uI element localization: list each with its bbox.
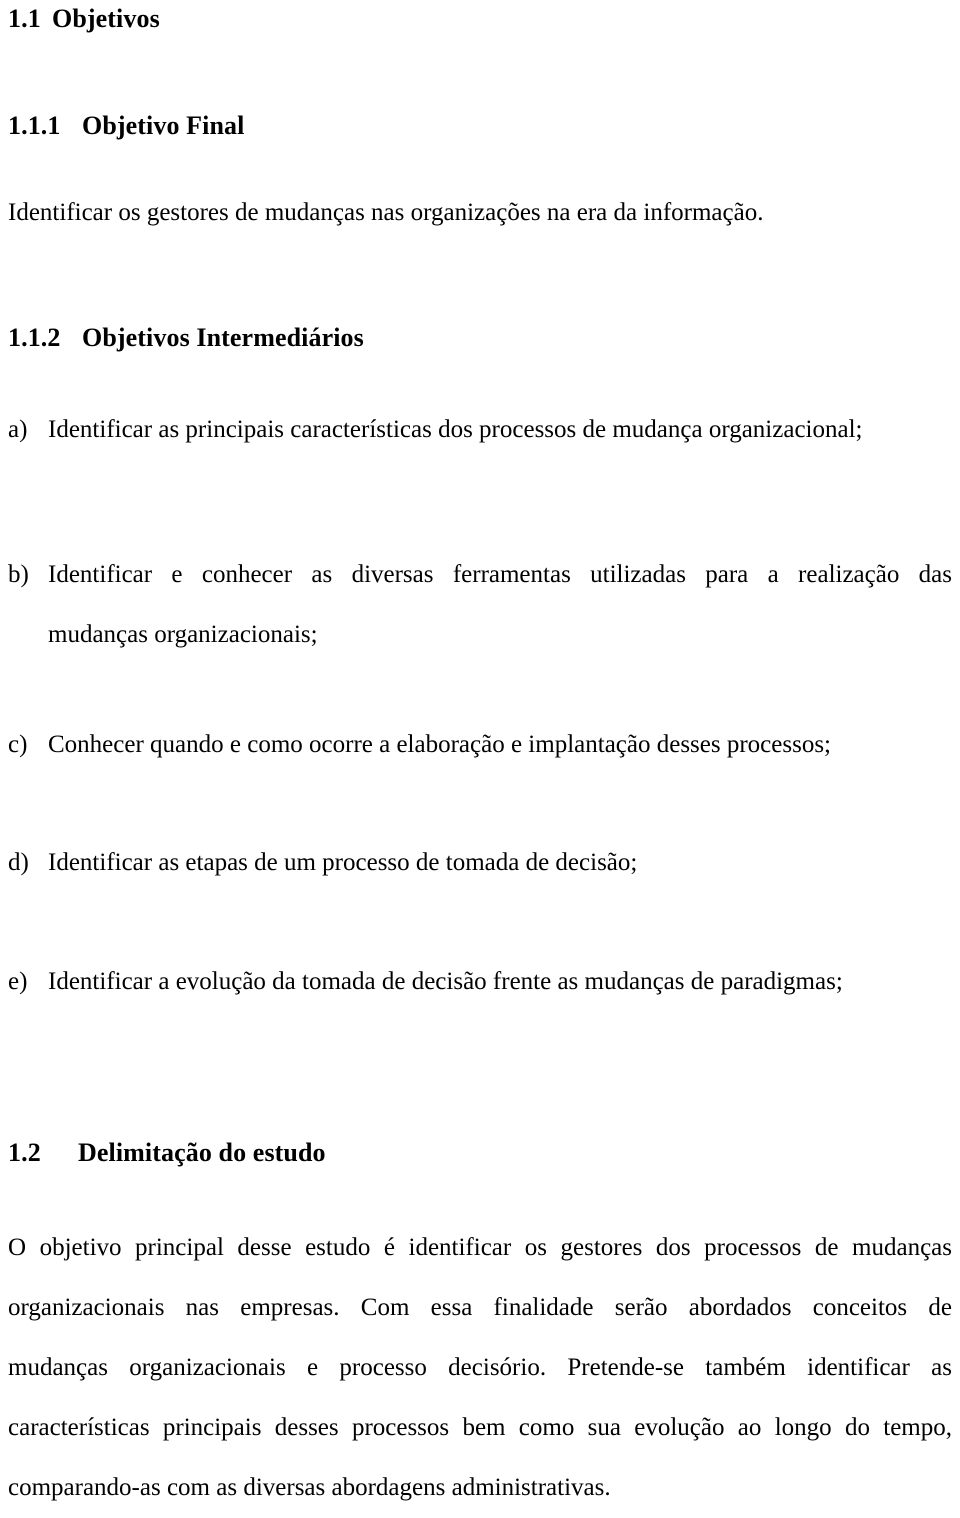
list-item-line: Identificar e conhecer as diversas ferra… — [48, 561, 952, 588]
heading-1-1-1-title: Objetivo Final — [82, 111, 245, 140]
heading-1-1-1: 1.1.1 Objetivo Final — [8, 113, 952, 139]
paragraph-line: mudanças organizacionais e processo deci… — [8, 1354, 952, 1381]
list-item-body: Identificar e conhecer as diversas ferra… — [48, 545, 952, 665]
heading-1-2: 1.2 Delimitação do estudo — [8, 1140, 952, 1166]
delimitacao-paragraph: O objetivo principal desse estudo é iden… — [8, 1218, 952, 1518]
list-item: c) Conhecer quando e como ocorre a elabo… — [8, 715, 952, 775]
heading-1-1-title: Objetivos — [52, 4, 160, 33]
list-item-line: mudanças organizacionais; — [48, 621, 318, 648]
paragraph-line: comparando-as com as diversas abordagens… — [8, 1474, 611, 1501]
list-item: e) Identificar a evolução da tomada de d… — [8, 952, 952, 1012]
heading-1-1: 1.1 Objetivos — [8, 6, 952, 32]
heading-1-1-2-title: Objetivos Intermediários — [82, 323, 364, 352]
paragraph-line: organizacionais nas empresas. Com essa f… — [8, 1294, 952, 1321]
list-item: a) Identificar as principais característ… — [8, 400, 952, 460]
heading-1-2-title: Delimitação do estudo — [78, 1138, 326, 1167]
heading-1-1-2-number: 1.1.2 — [8, 323, 61, 352]
list-item: b) Identificar e conhecer as diversas fe… — [8, 545, 952, 665]
list-item-marker: d) — [8, 849, 29, 876]
list-item-line: Conhecer quando e como ocorre a elaboraç… — [48, 731, 832, 758]
heading-1-1-number: 1.1 — [8, 4, 41, 33]
list-item: d) Identificar as etapas de um processo … — [8, 833, 952, 893]
list-item-line: Identificar as etapas de um processo de … — [48, 849, 638, 876]
list-item-line: Identificar as principais característica… — [48, 416, 863, 443]
list-item-marker: e) — [8, 968, 28, 995]
heading-1-1-2: 1.1.2 Objetivos Intermediários — [8, 325, 952, 351]
heading-1-1-1-number: 1.1.1 — [8, 111, 61, 140]
list-item-body: Identificar a evolução da tomada de deci… — [48, 952, 952, 1012]
objetivo-final-body: Identificar os gestores de mudanças nas … — [8, 199, 764, 226]
list-item-marker: b) — [8, 561, 29, 588]
list-item-marker: a) — [8, 416, 28, 443]
heading-1-2-number: 1.2 — [8, 1138, 41, 1167]
paragraph-line: características principais desses proces… — [8, 1414, 952, 1441]
list-item-marker: c) — [8, 731, 28, 758]
document-page: 1.1 Objetivos 1.1.1 Objetivo Final Identif… — [0, 0, 960, 1502]
list-item-body: Identificar as etapas de um processo de … — [48, 833, 952, 893]
list-item-body: Identificar as principais característica… — [48, 400, 952, 460]
list-item-line: Identificar a evolução da tomada de deci… — [48, 968, 843, 995]
list-item-body: Conhecer quando e como ocorre a elaboraç… — [48, 715, 952, 775]
paragraph-line: O objetivo principal desse estudo é iden… — [8, 1234, 952, 1261]
